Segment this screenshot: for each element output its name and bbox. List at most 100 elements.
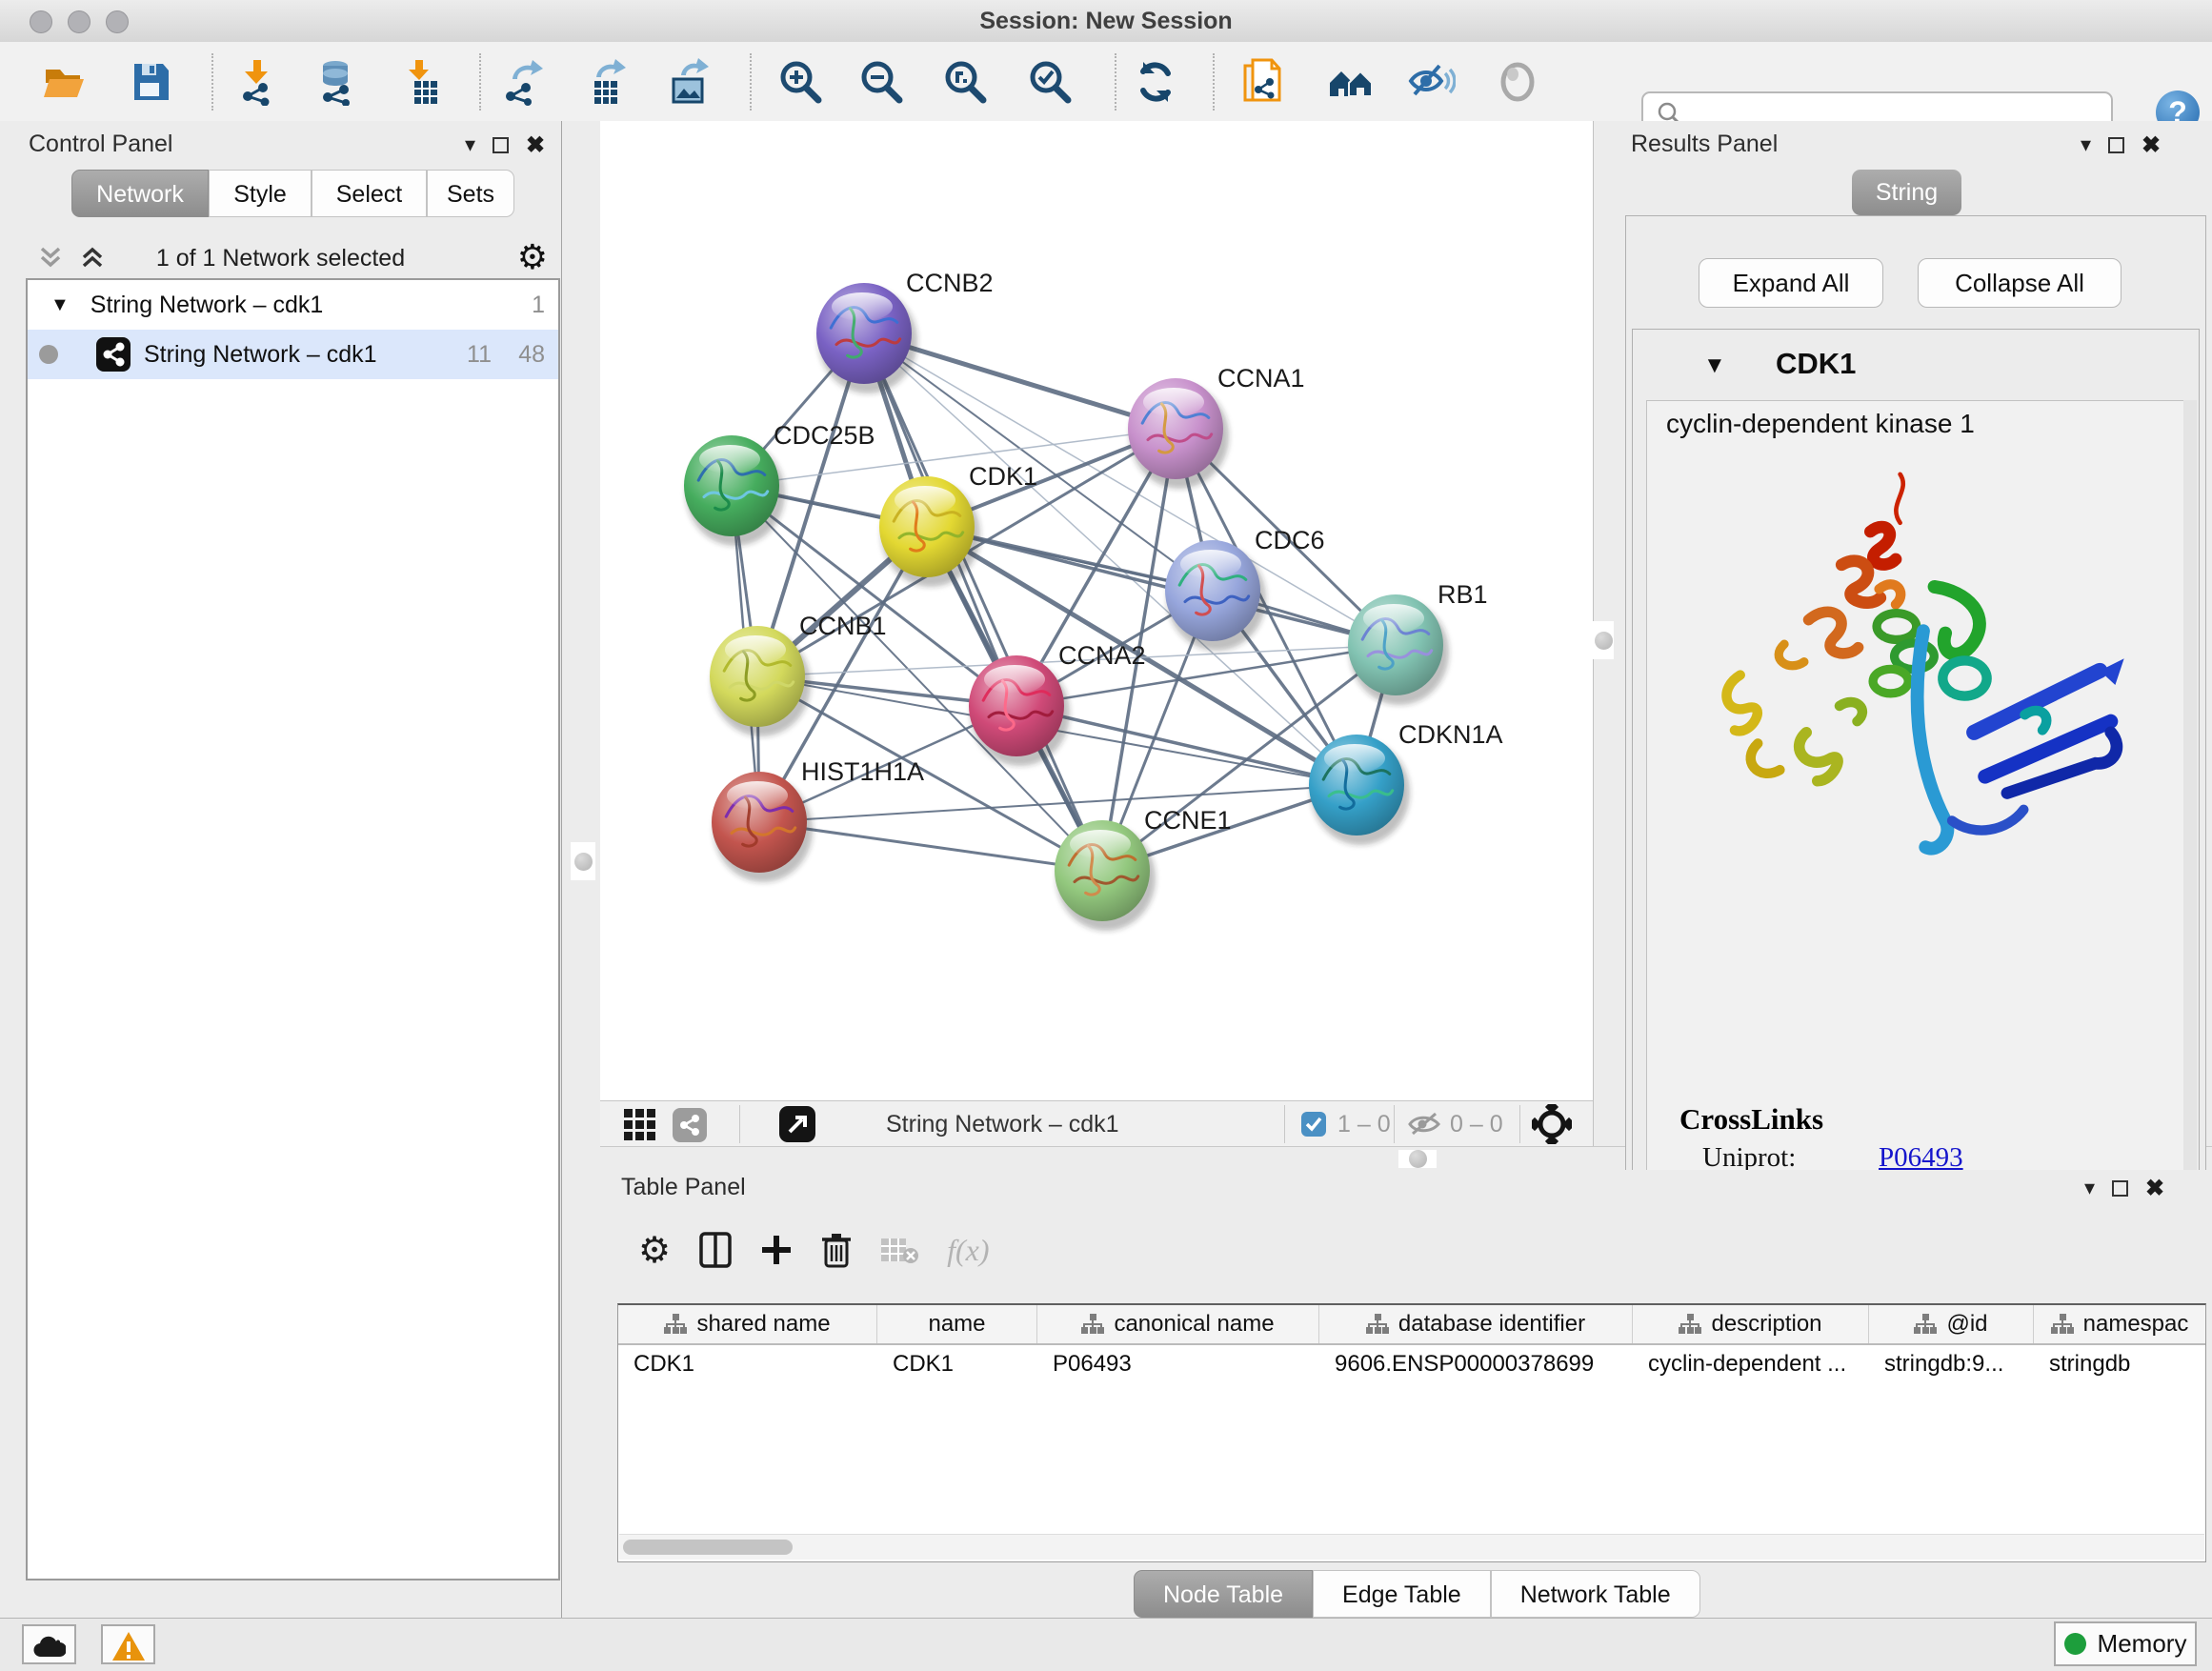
panel-close-icon[interactable]: ✖ <box>526 137 545 153</box>
tab-select[interactable]: Select <box>312 170 427 217</box>
expand-all-button[interactable]: Expand All <box>1699 258 1883 308</box>
warning-icon <box>111 1631 146 1661</box>
vertical-splitter-left[interactable] <box>561 121 602 1618</box>
network-tree: ▼ String Network – cdk1 1 String Network… <box>26 278 560 1580</box>
network-node-RB1[interactable]: RB1 <box>1348 580 1488 705</box>
column-header-database-identifier[interactable]: database identifier <box>1319 1305 1633 1343</box>
table-row[interactable]: CDK1 CDK1 P06493 9606.ENSP00000378699 cy… <box>618 1345 2205 1383</box>
node-label: CCNA2 <box>1058 641 1146 670</box>
network-selection-bar: 1 of 1 Network selected ⚙ <box>0 232 561 285</box>
hide-labels-icon[interactable] <box>1408 58 1456 106</box>
toolbar-separator <box>1519 1105 1520 1143</box>
network-node-count: 11 <box>467 341 492 369</box>
panel-float-icon[interactable] <box>493 137 509 153</box>
network-node-CCNB1[interactable]: CCNB1 <box>710 612 887 736</box>
tab-sets[interactable]: Sets <box>427 170 514 217</box>
cloud-status-button[interactable] <box>22 1624 76 1664</box>
document-network-icon[interactable] <box>1241 58 1289 106</box>
import-network-icon[interactable] <box>234 58 282 106</box>
column-header-name[interactable]: name <box>877 1305 1037 1343</box>
grid-view-icon[interactable] <box>623 1108 657 1142</box>
application-window: Session: New Session <box>0 0 2212 1671</box>
cell-description[interactable]: cyclin-dependent ... <box>1633 1345 1869 1383</box>
splitter-handle[interactable] <box>1398 1150 1437 1168</box>
zoom-fit-icon[interactable] <box>941 58 989 106</box>
panel-close-icon[interactable]: ✖ <box>2145 1180 2164 1197</box>
network-collection-row[interactable]: ▼ String Network – cdk1 1 <box>28 280 558 330</box>
node-title: CDK1 <box>1776 347 1856 381</box>
tab-network-table[interactable]: Network Table <box>1491 1570 1700 1618</box>
table-panel-title: Table Panel <box>621 1174 746 1201</box>
splitter-handle[interactable] <box>571 842 595 880</box>
refresh-icon[interactable] <box>1132 58 1179 106</box>
network-node-HIST1H1A[interactable]: HIST1H1A <box>712 757 924 882</box>
scrollbar-thumb[interactable] <box>623 1540 793 1555</box>
export-network-icon[interactable] <box>499 58 547 106</box>
panel-menu-icon[interactable]: ▾ <box>2081 132 2091 157</box>
tab-style[interactable]: Style <box>209 170 312 217</box>
export-image-icon[interactable] <box>666 58 714 106</box>
cell-shared-name[interactable]: CDK1 <box>618 1345 877 1383</box>
toolbar-separator <box>1284 1105 1285 1143</box>
vertical-splitter-right[interactable] <box>1593 121 1616 1146</box>
network-options-gear-icon[interactable]: ⚙ <box>517 237 548 277</box>
memory-button[interactable]: Memory <box>2054 1621 2197 1666</box>
column-header-shared-name[interactable]: shared name <box>618 1305 877 1343</box>
tab-edge-table[interactable]: Edge Table <box>1313 1570 1491 1618</box>
network-node-CDKN1A[interactable]: CDKN1A <box>1309 720 1503 845</box>
delete-table-icon <box>880 1235 918 1265</box>
collapse-all-button[interactable]: Collapse All <box>1918 258 2122 308</box>
panel-close-icon[interactable]: ✖ <box>2142 137 2161 153</box>
panel-float-icon[interactable] <box>2108 137 2124 153</box>
delete-column-trash-icon[interactable] <box>821 1232 852 1268</box>
birds-eye-view-icon[interactable] <box>673 1108 707 1142</box>
cell-namespace[interactable]: stringdb <box>2034 1345 2205 1383</box>
center-network-icon[interactable] <box>1532 1104 1572 1144</box>
selected-checkbox-icon[interactable] <box>1301 1112 1326 1137</box>
cell-database-identifier[interactable]: 9606.ENSP00000378699 <box>1319 1345 1633 1383</box>
network-node-CDC25B[interactable]: CDC25B <box>684 421 875 546</box>
column-header-canonical-name[interactable]: canonical name <box>1037 1305 1319 1343</box>
network-node-CCNB2[interactable]: CCNB2 <box>816 269 994 393</box>
column-header-id[interactable]: @id <box>1869 1305 2034 1343</box>
panel-menu-icon[interactable]: ▾ <box>2084 1176 2095 1200</box>
warnings-button[interactable] <box>101 1624 155 1664</box>
network-node-CCNA1[interactable]: CCNA1 <box>1128 364 1305 489</box>
network-node-CDC6[interactable]: CDC6 <box>1165 526 1325 651</box>
selected-count: 1 – 0 <box>1337 1111 1391 1138</box>
table-settings-gear-icon[interactable]: ⚙ <box>638 1229 671 1272</box>
panel-float-icon[interactable] <box>2112 1180 2128 1197</box>
tab-string[interactable]: String <box>1852 170 1961 215</box>
network-row-selected[interactable]: String Network – cdk1 11 48 <box>28 330 558 379</box>
results-scrollbar[interactable] <box>2183 400 2197 1210</box>
zoom-out-icon[interactable] <box>857 58 905 106</box>
collapse-triangle-icon[interactable]: ▼ <box>50 294 70 316</box>
tab-network[interactable]: Network <box>71 170 209 217</box>
column-header-description[interactable]: description <box>1633 1305 1869 1343</box>
cell-name[interactable]: CDK1 <box>877 1345 1037 1383</box>
node-section-header[interactable]: ▼ CDK1 <box>1633 330 2199 400</box>
show-columns-icon[interactable] <box>699 1232 732 1268</box>
open-session-icon[interactable] <box>41 58 89 106</box>
network-canvas[interactable]: CCNB2CCNA1CDC25BCDK1CDC6RB1CCNB1CCNA2CDK… <box>600 121 1593 1100</box>
tab-node-table[interactable]: Node Table <box>1134 1570 1313 1618</box>
zoom-selected-icon[interactable] <box>1026 58 1074 106</box>
column-header-namespace[interactable]: namespac <box>2034 1305 2205 1343</box>
results-panel-controls: ▾ ✖ <box>2081 129 2161 161</box>
panel-menu-icon[interactable]: ▾ <box>465 132 475 157</box>
cell-id[interactable]: stringdb:9... <box>1869 1345 2034 1383</box>
show-graphics-icon[interactable] <box>1494 58 1541 106</box>
hidden-count: 0 – 0 <box>1450 1111 1503 1138</box>
zoom-in-icon[interactable] <box>776 58 824 106</box>
import-network-from-database-icon[interactable] <box>314 58 362 106</box>
save-session-icon[interactable] <box>127 58 174 106</box>
collapse-triangle-icon[interactable]: ▼ <box>1703 352 1726 379</box>
table-horizontal-scrollbar[interactable] <box>619 1534 2204 1560</box>
splitter-handle[interactable] <box>1592 621 1615 659</box>
cell-canonical-name[interactable]: P06493 <box>1037 1345 1319 1383</box>
home-pages-icon[interactable] <box>1327 58 1375 106</box>
import-table-icon[interactable] <box>399 58 447 106</box>
open-in-window-icon[interactable] <box>779 1106 815 1142</box>
add-column-icon[interactable] <box>760 1234 793 1266</box>
export-table-icon[interactable] <box>583 58 631 106</box>
